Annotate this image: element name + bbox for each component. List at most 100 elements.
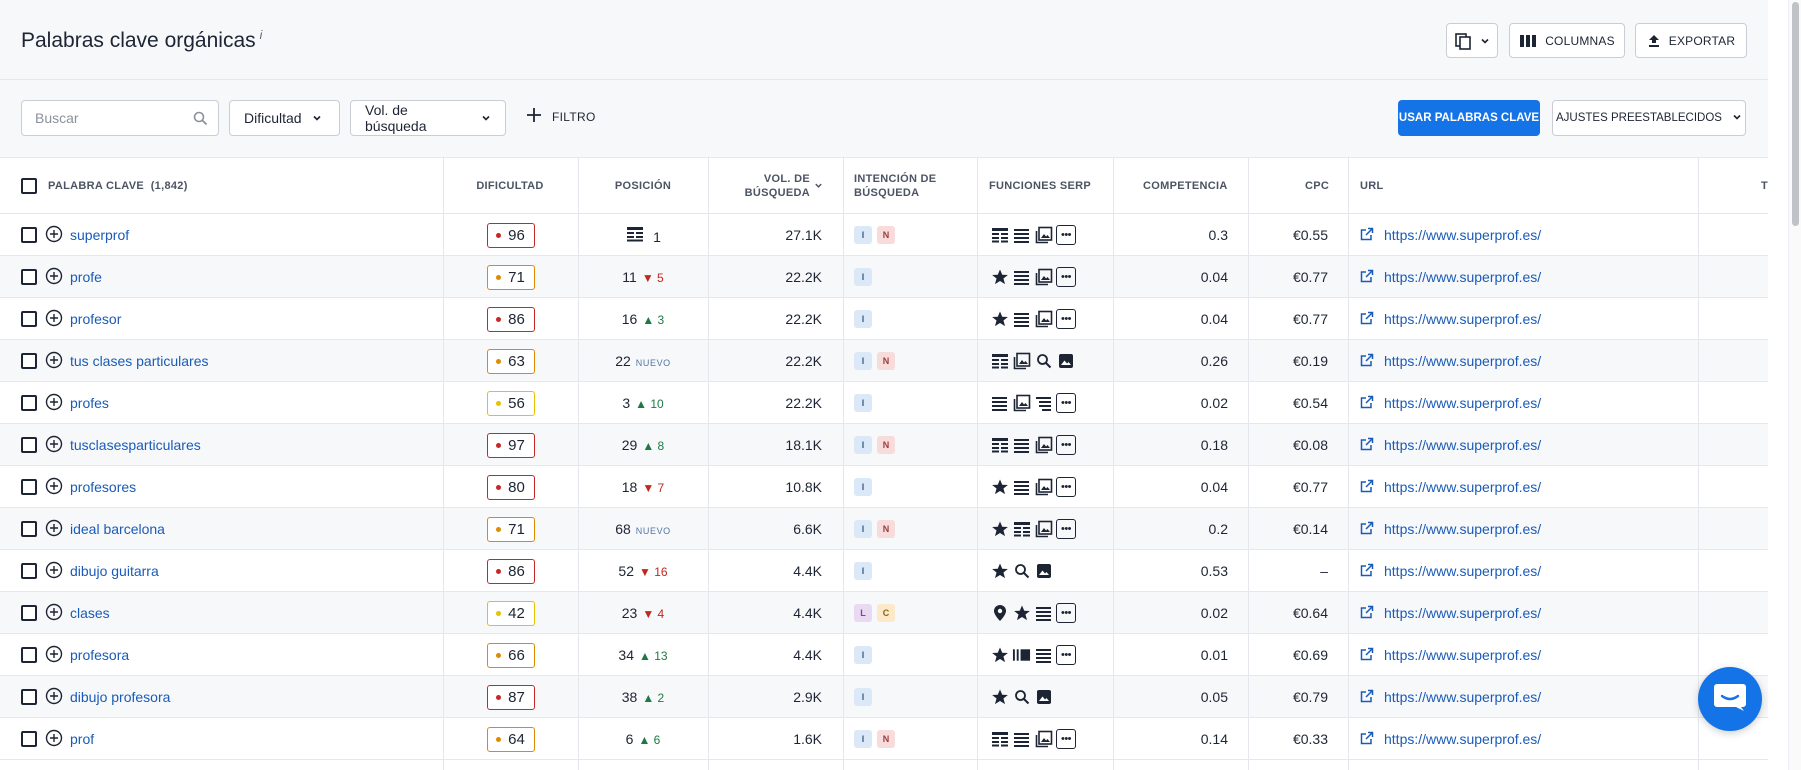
select-all-checkbox[interactable] xyxy=(21,178,37,194)
url-link[interactable]: https://www.superprof.es/ xyxy=(1360,353,1541,370)
row-checkbox[interactable] xyxy=(21,605,37,621)
table-row[interactable]: superprof 96 1 27.1K I N ••• 0.3 €0.55 https://ww… xyxy=(0,214,1768,256)
url-link[interactable]: https://www.superprof.es/ xyxy=(1360,269,1541,286)
more-icon[interactable]: ••• xyxy=(1056,729,1076,749)
url-link[interactable]: https://www.superprof.es/ xyxy=(1360,521,1541,538)
header-position[interactable]: POSICIÓN xyxy=(578,158,708,214)
row-checkbox[interactable] xyxy=(21,311,37,327)
header-cpc[interactable]: CPC xyxy=(1305,158,1329,214)
url-link[interactable]: https://www.superprof.es/ xyxy=(1360,437,1541,454)
add-circle-icon[interactable] xyxy=(45,477,63,498)
add-circle-icon[interactable] xyxy=(45,519,63,540)
keyword-link[interactable]: tusclasesparticulares xyxy=(70,437,201,453)
scrollbar-thumb[interactable] xyxy=(1792,2,1799,226)
table-row[interactable]: profe 71 11 ▼ 5 22.2K I ••• 0.04 €0.77 https://ww… xyxy=(0,256,1768,298)
add-circle-icon[interactable] xyxy=(45,435,63,456)
row-checkbox[interactable] xyxy=(21,395,37,411)
add-filter-button[interactable]: FILTRO xyxy=(526,107,596,126)
keyword-link[interactable]: tus clases particulares xyxy=(70,353,209,369)
add-circle-icon[interactable] xyxy=(45,393,63,414)
presets-dropdown[interactable]: AJUSTES PREESTABLECIDOS xyxy=(1552,100,1746,136)
row-checkbox[interactable] xyxy=(21,227,37,243)
table-row[interactable]: clases 42 23 ▼ 4 4.4K L C ••• 0.02 €0.64 https://w… xyxy=(0,592,1768,634)
row-checkbox[interactable] xyxy=(21,353,37,369)
competition-cell: 0.14 xyxy=(1113,718,1228,760)
more-icon[interactable]: ••• xyxy=(1056,435,1076,455)
table-row[interactable]: profes 56 3 ▲ 10 22.2K I ••• 0.02 €0.54 https://w… xyxy=(0,382,1768,424)
more-icon[interactable]: ••• xyxy=(1056,309,1076,329)
url-link[interactable]: https://www.superprof.es/ xyxy=(1360,311,1541,328)
url-link[interactable]: https://www.superprof.es/ xyxy=(1360,689,1541,706)
row-checkbox[interactable] xyxy=(21,479,37,495)
table-row[interactable]: dibujo profesora 87 38 ▲ 2 2.9K I 0.05 €0.79 htt… xyxy=(0,676,1768,718)
add-circle-icon[interactable] xyxy=(45,351,63,372)
more-icon[interactable]: ••• xyxy=(1056,393,1076,413)
volume-dropdown[interactable]: Vol. de búsqueda xyxy=(350,100,506,136)
keyword-link[interactable]: profes xyxy=(70,395,109,411)
url-link[interactable]: https://www.superprof.es/ xyxy=(1360,479,1541,496)
url-link[interactable]: https://www.superprof.es/ xyxy=(1360,647,1541,664)
table-row[interactable]: tusclasesparticulares 97 29 ▲ 8 18.1K I N ••• 0.… xyxy=(0,424,1768,466)
table-row[interactable]: profesora 66 34 ▲ 13 4.4K I ••• 0.01 €0.69 https:… xyxy=(0,634,1768,676)
header-url[interactable]: URL xyxy=(1360,158,1384,214)
header-intent[interactable]: INTENCIÓN DE BÚSQUEDA xyxy=(854,158,936,214)
header-volume[interactable]: VOL. DE BÚSQUEDA xyxy=(709,158,823,214)
url-link[interactable]: https://www.superprof.es/ xyxy=(1360,395,1541,412)
row-checkbox[interactable] xyxy=(21,647,37,663)
header-keyword[interactable]: PALABRA CLAVE (1,842) xyxy=(48,158,188,214)
more-icon[interactable]: ••• xyxy=(1056,603,1076,623)
row-checkbox[interactable] xyxy=(21,269,37,285)
header-difficulty[interactable]: DIFICULTAD xyxy=(443,158,577,214)
keyword-link[interactable]: profesores xyxy=(70,479,136,495)
add-circle-icon[interactable] xyxy=(45,267,63,288)
keyword-link[interactable]: profe xyxy=(70,269,102,285)
keyword-link[interactable]: clases xyxy=(70,605,110,621)
chat-button[interactable] xyxy=(1698,667,1762,731)
keyword-link[interactable]: profesora xyxy=(70,647,129,663)
keyword-link[interactable]: superprof xyxy=(70,227,129,243)
more-icon[interactable]: ••• xyxy=(1056,477,1076,497)
add-circle-icon[interactable] xyxy=(45,225,63,246)
more-icon[interactable]: ••• xyxy=(1056,267,1076,287)
row-checkbox[interactable] xyxy=(21,689,37,705)
search-icon[interactable] xyxy=(193,111,208,131)
row-checkbox[interactable] xyxy=(21,563,37,579)
table-row[interactable]: ideal barcelona 71 68 NUEVO 6.6K I N ••• 0.2 €0.1… xyxy=(0,508,1768,550)
keyword-link[interactable]: prof xyxy=(70,731,94,747)
table-row[interactable]: profesor 86 16 ▲ 3 22.2K I ••• 0.04 €0.77 https:/… xyxy=(0,298,1768,340)
columns-button[interactable]: COLUMNAS xyxy=(1509,23,1625,58)
keyword-link[interactable]: profesor xyxy=(70,311,121,327)
vertical-scrollbar[interactable] xyxy=(1788,0,1801,770)
add-circle-icon[interactable] xyxy=(45,309,63,330)
add-circle-icon[interactable] xyxy=(45,645,63,666)
url-link[interactable]: https://www.superprof.es/ xyxy=(1360,563,1541,580)
header-competition[interactable]: COMPETENCIA xyxy=(1143,158,1228,214)
keyword-link[interactable]: dibujo profesora xyxy=(70,689,170,705)
url-link[interactable]: https://www.superprof.es/ xyxy=(1360,605,1541,622)
table-row[interactable]: prof 64 6 ▲ 6 1.6K I N ••• 0.14 €0.33 https://www.… xyxy=(0,718,1768,760)
add-circle-icon[interactable] xyxy=(45,603,63,624)
add-circle-icon[interactable] xyxy=(45,687,63,708)
table-row[interactable]: tus clases particulares 63 22 NUEVO 22.2K I N 0… xyxy=(0,340,1768,382)
search-input[interactable] xyxy=(22,101,182,135)
more-icon[interactable]: ••• xyxy=(1056,519,1076,539)
copy-menu-button[interactable] xyxy=(1446,23,1498,58)
add-circle-icon[interactable] xyxy=(45,561,63,582)
header-serp[interactable]: FUNCIONES SERP xyxy=(989,158,1091,214)
row-checkbox[interactable] xyxy=(21,521,37,537)
difficulty-dropdown[interactable]: Dificultad xyxy=(229,100,340,136)
table-row[interactable]: dibujo guitarra 86 52 ▼ 16 4.4K I 0.53 – https:/… xyxy=(0,550,1768,592)
more-icon[interactable]: ••• xyxy=(1056,645,1076,665)
info-icon[interactable]: i xyxy=(260,28,263,42)
table-row[interactable]: profesores 80 18 ▼ 7 10.8K I ••• 0.04 €0.77 https… xyxy=(0,466,1768,508)
row-checkbox[interactable] xyxy=(21,437,37,453)
export-button[interactable]: EXPORTAR xyxy=(1635,23,1747,58)
more-icon[interactable]: ••• xyxy=(1056,225,1076,245)
url-link[interactable]: https://www.superprof.es/ xyxy=(1360,227,1541,244)
add-circle-icon[interactable] xyxy=(45,729,63,750)
keyword-link[interactable]: ideal barcelona xyxy=(70,521,165,537)
use-keywords-button[interactable]: USAR PALABRAS CLAVE xyxy=(1398,100,1540,136)
keyword-link[interactable]: dibujo guitarra xyxy=(70,563,159,579)
url-link[interactable]: https://www.superprof.es/ xyxy=(1360,731,1541,748)
row-checkbox[interactable] xyxy=(21,731,37,747)
